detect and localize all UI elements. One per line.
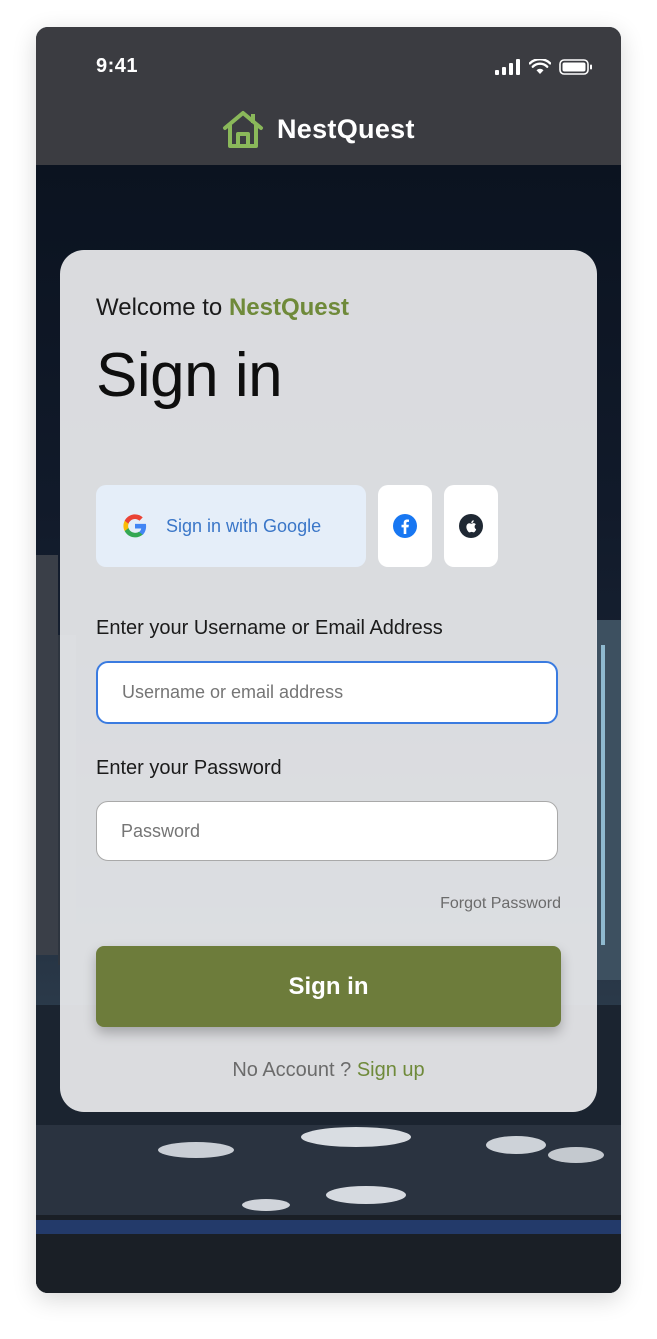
google-sign-in-button[interactable]: Sign in with Google [96, 485, 366, 567]
app-header: 9:41 NestQuest [36, 27, 621, 165]
status-icons [495, 57, 593, 77]
username-input[interactable] [96, 661, 558, 724]
signup-row: No Account ? Sign up [60, 1059, 597, 1082]
no-account-text: No Account ? [232, 1059, 352, 1081]
wifi-icon [529, 59, 551, 74]
facebook-icon [393, 514, 417, 538]
sign-up-link[interactable]: Sign up [357, 1059, 425, 1081]
apple-icon [459, 514, 483, 538]
username-label: Enter your Username or Email Address [96, 617, 443, 639]
status-time: 9:41 [96, 55, 139, 77]
password-input[interactable] [96, 801, 558, 861]
phone-frame: 9:41 NestQuest Welcome to NestQuest Sign… [36, 27, 621, 1293]
sign-in-button[interactable]: Sign in [96, 946, 561, 1027]
password-label: Enter your Password [96, 757, 282, 779]
page-title: Sign in [96, 341, 283, 410]
welcome-prefix: Welcome to [96, 294, 223, 321]
apple-sign-in-button[interactable] [444, 485, 498, 567]
battery-icon [559, 59, 592, 75]
google-icon [123, 514, 147, 538]
app-logo: NestQuest [221, 109, 415, 149]
house-icon [223, 111, 263, 148]
forgot-password-link[interactable]: Forgot Password [440, 895, 561, 913]
app-name: NestQuest [277, 113, 415, 144]
welcome-text: Welcome to NestQuest [96, 294, 349, 322]
welcome-brand: NestQuest [228, 294, 349, 321]
sign-in-card: Welcome to NestQuest Sign in Sign in wit… [60, 250, 597, 1112]
google-button-label: Sign in with Google [166, 515, 322, 536]
facebook-sign-in-button[interactable] [378, 485, 432, 567]
signal-icon [495, 59, 520, 75]
